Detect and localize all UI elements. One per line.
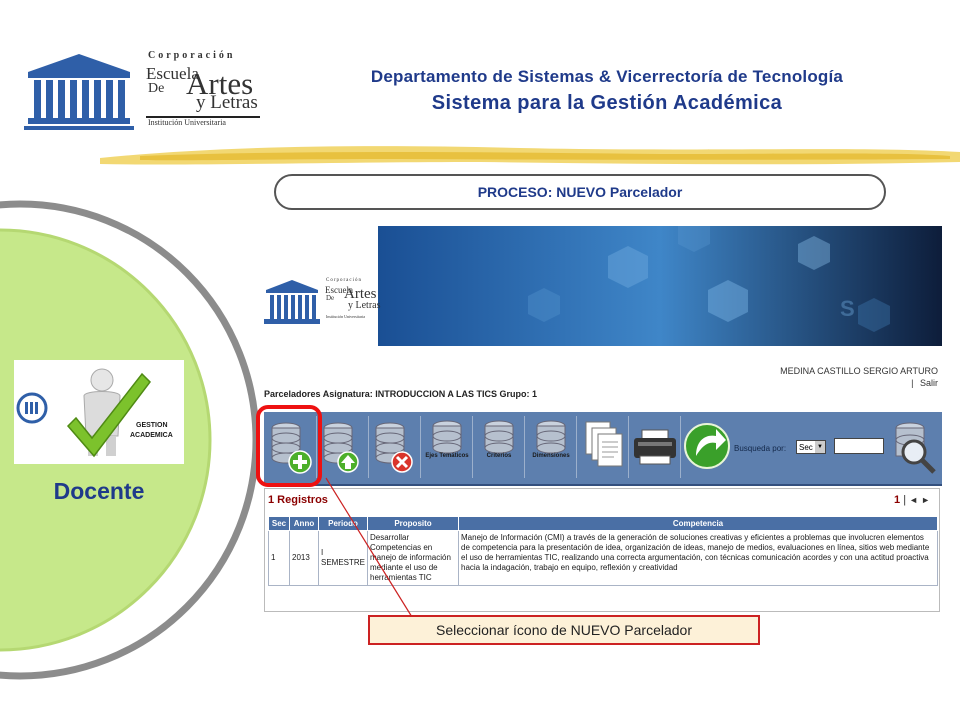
- refresh-arrow-icon: [684, 423, 730, 469]
- refresh-button[interactable]: [682, 416, 732, 478]
- app-screenshot: Corporación Escuela De Artes y Letras In…: [264, 226, 942, 614]
- print-button[interactable]: [630, 416, 681, 478]
- logo-line5: y Letras: [196, 92, 258, 113]
- banner-logo-line3: De: [326, 294, 335, 302]
- search-field-select[interactable]: Sec ▼: [796, 440, 826, 454]
- banner-logo-line5: y Letras: [348, 300, 381, 311]
- database-icon: [484, 420, 514, 454]
- printer-icon: [634, 429, 676, 465]
- banner-logo: Corporación Escuela De Artes y Letras In…: [264, 278, 384, 334]
- cell-periodo: I SEMESTRE: [318, 530, 368, 586]
- database-icon: [536, 420, 566, 454]
- pager-separator: |: [903, 494, 907, 506]
- column-header-competencia[interactable]: Competencia: [458, 516, 938, 531]
- search-input[interactable]: [834, 438, 884, 454]
- person-checkmark-icon: [16, 368, 151, 458]
- toolbar: Ejes Temáticos Criterios Dimensiones Bus…: [264, 412, 942, 486]
- pager: 1 | ◄ ►: [894, 494, 930, 506]
- database-upload-icon: [323, 422, 359, 473]
- database-icon: [432, 420, 462, 454]
- logo-line1: Corporación: [148, 50, 236, 61]
- cell-sec: 1: [268, 530, 290, 586]
- pager-page[interactable]: 1: [894, 494, 900, 506]
- column-header-proposito[interactable]: Proposito: [367, 516, 459, 531]
- search-field-value: Sec: [799, 443, 813, 452]
- gestion-academica-badge: GESTION ACADEMICA: [14, 360, 184, 464]
- select-arrow-icon: ▼: [815, 441, 825, 453]
- logout-link[interactable]: Salir: [920, 378, 938, 388]
- database-delete-icon: [375, 422, 413, 473]
- records-count: 1 Registros: [268, 494, 328, 506]
- instruction-callout: Seleccionar ícono de NUEVO Parcelador: [368, 615, 760, 645]
- new-icon-highlight: [256, 405, 322, 487]
- dimensiones-label: Dimensiones: [532, 453, 570, 459]
- system-title: Sistema para la Gestión Académica: [431, 92, 783, 114]
- subject-title: Parceladores Asignatura: INTRODUCCION A …: [264, 389, 538, 399]
- role-label: Docente: [53, 478, 145, 504]
- ejes-tematicos-label: Ejes Temáticos: [425, 453, 469, 459]
- department-title: Departamento de Sistemas & Vicerrectoría…: [370, 67, 844, 86]
- user-name: MEDINA CASTILLO SERGIO ARTURO: [780, 366, 938, 376]
- ejes-tematicos-button[interactable]: Ejes Temáticos: [422, 416, 473, 478]
- app-banner: Corporación Escuela De Artes y Letras In…: [264, 226, 942, 346]
- database-search-icon: [895, 422, 936, 474]
- cell-anno: 2013: [289, 530, 319, 586]
- table-row[interactable]: 1 2013 I SEMESTRE Desarrollar Competenci…: [268, 530, 938, 586]
- columns-logo-icon: [264, 280, 320, 324]
- pager-prev-icon[interactable]: ◄: [909, 495, 918, 505]
- delete-button[interactable]: [370, 416, 421, 478]
- search-button[interactable]: [890, 416, 940, 478]
- parcelador-table: Sec Anno Periodo Proposito Competencia 1…: [268, 516, 938, 586]
- badge-line2: ACADEMICA: [130, 432, 173, 439]
- cell-proposito: Desarrollar Competencias en manejo de in…: [367, 530, 459, 586]
- banner-logo-line1: Corporación: [326, 278, 362, 283]
- search-label: Busqueda por:: [734, 444, 787, 453]
- pager-next-icon[interactable]: ►: [921, 495, 930, 505]
- criterios-button[interactable]: Criterios: [474, 416, 525, 478]
- column-header-periodo[interactable]: Periodo: [318, 516, 368, 531]
- badge-line1: GESTION: [136, 422, 168, 429]
- column-header-sec[interactable]: Sec: [268, 516, 290, 531]
- banner-letter: S: [840, 296, 855, 321]
- hexagon-banner-image: [378, 226, 942, 346]
- column-header-anno[interactable]: Anno: [289, 516, 319, 531]
- institution-logo: Corporación Escuela De Artes y Letras In…: [24, 50, 260, 132]
- logo-line3: De: [148, 81, 165, 96]
- logout-separator: |: [911, 378, 914, 388]
- banner-logo-line6: Institución Universitaria: [326, 314, 365, 319]
- table-header-row: Sec Anno Periodo Proposito Competencia: [268, 516, 938, 531]
- process-bar: PROCESO: NUEVO Parcelador: [274, 174, 886, 210]
- cell-competencia: Manejo de Información (CMI) a través de …: [458, 530, 938, 586]
- copy-button[interactable]: [578, 416, 629, 478]
- update-button[interactable]: [318, 416, 369, 478]
- documents-copy-icon: [585, 421, 623, 467]
- logo-line6: Institución Universitaria: [148, 118, 226, 127]
- logout-area: | Salir: [824, 378, 938, 388]
- criterios-label: Criterios: [486, 453, 512, 459]
- dimensiones-button[interactable]: Dimensiones: [526, 416, 577, 478]
